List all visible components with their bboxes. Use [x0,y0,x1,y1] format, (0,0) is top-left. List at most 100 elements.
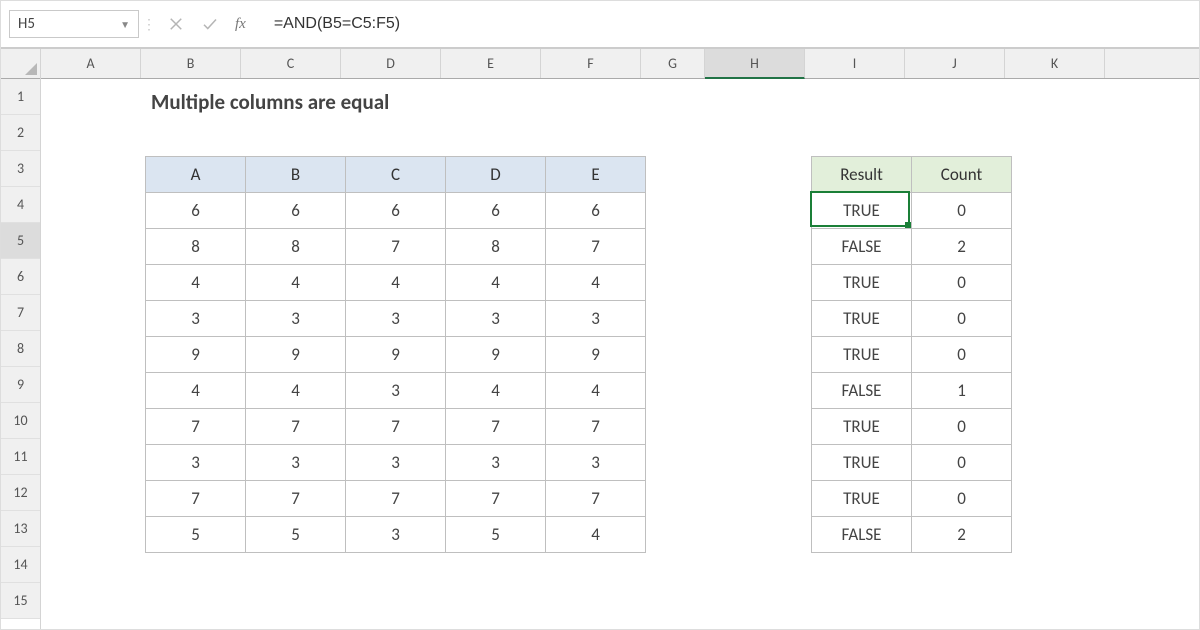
column-header-b[interactable]: B [141,49,241,78]
table-cell[interactable]: 6 [346,193,446,229]
select-all-corner[interactable] [1,49,40,79]
table-cell[interactable]: 3 [146,445,246,481]
table-cell[interactable]: TRUE [812,193,912,229]
row-header-14[interactable]: 14 [1,547,40,583]
table-cell[interactable]: 8 [246,229,346,265]
table-cell[interactable]: 7 [346,481,446,517]
table-cell[interactable]: 0 [912,481,1012,517]
table-cell[interactable]: FALSE [812,517,912,553]
table-cell[interactable]: 7 [246,409,346,445]
table-cell[interactable]: 4 [446,373,546,409]
table-cell[interactable]: 1 [912,373,1012,409]
row-header-15[interactable]: 15 [1,583,40,619]
table-cell[interactable]: 3 [346,301,446,337]
spreadsheet-grid[interactable]: 123456789101112131415 ABCDEFGHIJK Multip… [1,49,1199,629]
table-cell[interactable]: TRUE [812,301,912,337]
column-header-a[interactable]: A [41,49,141,78]
table-cell[interactable]: 9 [346,337,446,373]
table-cell[interactable]: 7 [546,229,646,265]
table-cell[interactable]: 3 [446,445,546,481]
table-cell[interactable]: 6 [446,193,546,229]
row-header-10[interactable]: 10 [1,403,40,439]
table-cell[interactable]: 3 [346,445,446,481]
table-cell[interactable]: 6 [146,193,246,229]
row-header-8[interactable]: 8 [1,331,40,367]
column-header-g[interactable]: G [641,49,705,78]
table-cell[interactable]: 5 [246,517,346,553]
table-cell[interactable]: 3 [346,373,446,409]
formula-input[interactable] [254,10,1199,38]
table-header[interactable]: D [446,157,546,193]
row-header-11[interactable]: 11 [1,439,40,475]
table-cell[interactable]: TRUE [812,481,912,517]
table-cell[interactable]: 9 [246,337,346,373]
table-cell[interactable]: 4 [446,265,546,301]
table-cell[interactable]: 7 [146,409,246,445]
table-cell[interactable]: 4 [246,265,346,301]
table-cell[interactable]: 9 [146,337,246,373]
table-cell[interactable]: 5 [446,517,546,553]
table-cell[interactable]: TRUE [812,409,912,445]
table-cell[interactable]: 2 [912,517,1012,553]
row-header-1[interactable]: 1 [1,79,40,115]
row-header-6[interactable]: 6 [1,259,40,295]
table-cell[interactable]: 0 [912,337,1012,373]
table-cell[interactable]: FALSE [812,229,912,265]
table-header[interactable]: Count [912,157,1012,193]
table-cell[interactable]: 4 [546,373,646,409]
column-header-j[interactable]: J [905,49,1005,78]
cancel-formula-button[interactable] [159,10,193,38]
table-cell[interactable]: FALSE [812,373,912,409]
table-cell[interactable]: TRUE [812,445,912,481]
column-header-d[interactable]: D [341,49,441,78]
row-header-13[interactable]: 13 [1,511,40,547]
column-header-e[interactable]: E [441,49,541,78]
table-cell[interactable]: 4 [546,265,646,301]
table-cell[interactable]: TRUE [812,265,912,301]
table-cell[interactable]: 9 [546,337,646,373]
row-header-9[interactable]: 9 [1,367,40,403]
table-header[interactable]: Result [812,157,912,193]
column-header-f[interactable]: F [541,49,641,78]
table-cell[interactable]: 3 [246,301,346,337]
row-header-3[interactable]: 3 [1,151,40,187]
name-box[interactable]: H5 ▼ [9,10,139,38]
table-cell[interactable]: 6 [246,193,346,229]
table-cell[interactable]: 0 [912,409,1012,445]
fx-label[interactable]: fx [227,16,254,33]
table-cell[interactable]: 8 [146,229,246,265]
table-cell[interactable]: 7 [546,409,646,445]
table-cell[interactable]: 3 [546,301,646,337]
table-cell[interactable]: 7 [346,409,446,445]
table-cell[interactable]: 4 [146,373,246,409]
row-header-2[interactable]: 2 [1,115,40,151]
table-cell[interactable]: 7 [546,481,646,517]
table-cell[interactable]: 0 [912,265,1012,301]
chevron-down-icon[interactable]: ▼ [120,18,130,31]
table-header[interactable]: E [546,157,646,193]
table-cell[interactable]: 4 [146,265,246,301]
table-header[interactable]: C [346,157,446,193]
table-cell[interactable]: 2 [912,229,1012,265]
table-cell[interactable]: 3 [246,445,346,481]
table-cell[interactable]: 8 [446,229,546,265]
table-cell[interactable]: 3 [346,517,446,553]
row-header-4[interactable]: 4 [1,187,40,223]
table-cell[interactable]: 6 [546,193,646,229]
table-cell[interactable]: 7 [246,481,346,517]
column-header-i[interactable]: I [805,49,905,78]
table-cell[interactable]: 0 [912,193,1012,229]
table-cell[interactable]: 4 [246,373,346,409]
table-cell[interactable]: TRUE [812,337,912,373]
column-header-k[interactable]: K [1005,49,1105,78]
table-cell[interactable]: 4 [346,265,446,301]
table-cell[interactable]: 0 [912,445,1012,481]
table-cell[interactable]: 7 [446,481,546,517]
column-header-h[interactable]: H [705,49,805,79]
table-cell[interactable]: 7 [146,481,246,517]
row-header-5[interactable]: 5 [1,223,40,259]
accept-formula-button[interactable] [193,10,227,38]
column-header-c[interactable]: C [241,49,341,78]
table-cell[interactable]: 3 [546,445,646,481]
table-cell[interactable]: 3 [446,301,546,337]
